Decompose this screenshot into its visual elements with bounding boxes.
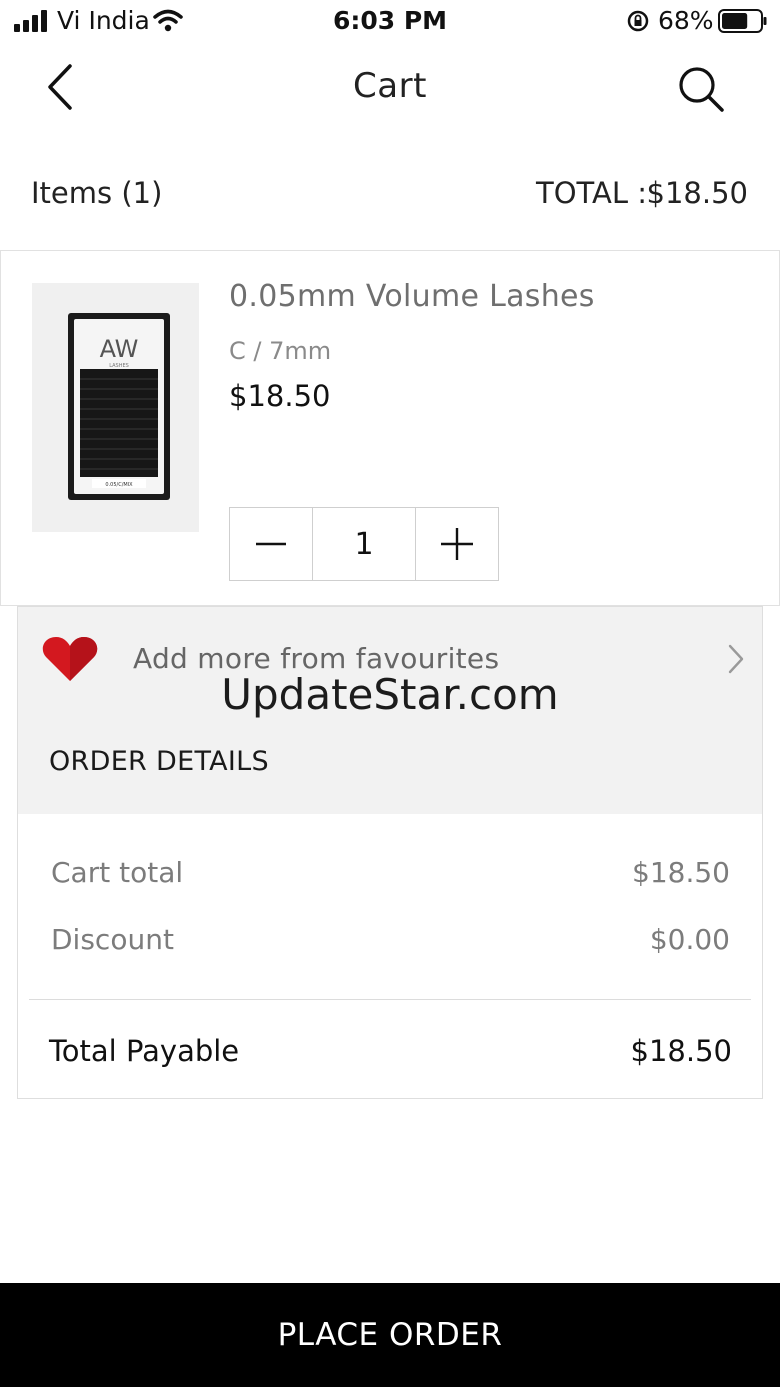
order-details-title: ORDER DETAILS bbox=[49, 746, 269, 777]
svg-text:0.05/C/MIX: 0.05/C/MIX bbox=[105, 482, 133, 488]
total-payable-label: Total Payable bbox=[49, 1034, 240, 1068]
plus-icon bbox=[441, 528, 473, 560]
lash-tray-illustration: AW LASHES 0.05/C/MIX bbox=[32, 283, 199, 532]
order-details-header: ORDER DETAILS bbox=[17, 710, 763, 815]
product-price: $18.50 bbox=[229, 379, 331, 413]
search-icon[interactable] bbox=[674, 62, 728, 116]
decrease-quantity-button[interactable] bbox=[230, 508, 313, 580]
svg-text:AW: AW bbox=[100, 335, 139, 363]
cart-total-value: $18.50 bbox=[632, 856, 730, 889]
place-order-label: PLACE ORDER bbox=[277, 1317, 503, 1353]
svg-text:LASHES: LASHES bbox=[109, 363, 129, 369]
product-name[interactable]: 0.05mm Volume Lashes bbox=[229, 279, 595, 314]
orientation-lock-icon bbox=[627, 10, 649, 32]
page-title: Cart bbox=[353, 66, 427, 106]
cart-item-card: AW LASHES 0.05/C/MIX 0.05mm Volume Lashe… bbox=[0, 250, 780, 606]
chevron-right-icon bbox=[728, 644, 744, 674]
status-bar: Vi India 6:03 PM 68% bbox=[0, 0, 780, 44]
favourites-label: Add more from favourites bbox=[133, 642, 500, 675]
product-variant: C / 7mm bbox=[229, 337, 332, 365]
add-from-favourites-row[interactable]: Add more from favourites bbox=[17, 606, 763, 712]
cart-total-label: Cart total bbox=[51, 856, 184, 889]
order-details-panel: Cart total $18.50 Discount $0.00 Total P… bbox=[17, 814, 763, 1099]
battery-percent: 68% bbox=[658, 6, 714, 35]
place-order-button[interactable]: PLACE ORDER bbox=[0, 1283, 780, 1387]
battery-icon bbox=[718, 9, 767, 33]
minus-icon bbox=[256, 542, 286, 546]
discount-value: $0.00 bbox=[649, 923, 730, 956]
quantity-stepper: 1 bbox=[229, 507, 499, 581]
product-image[interactable]: AW LASHES 0.05/C/MIX bbox=[32, 283, 199, 532]
quantity-value[interactable]: 1 bbox=[313, 508, 416, 580]
cart-screen: Vi India 6:03 PM 68% Cart Items (1) TOTA… bbox=[0, 0, 780, 1387]
items-count: Items (1) bbox=[31, 176, 163, 210]
total-value: $18.50 bbox=[646, 176, 748, 210]
increase-quantity-button[interactable] bbox=[416, 508, 498, 580]
discount-label: Discount bbox=[51, 923, 174, 956]
total-label: TOTAL : bbox=[536, 176, 647, 210]
total-payable-value: $18.50 bbox=[630, 1034, 732, 1068]
divider bbox=[29, 999, 751, 1000]
heart-icon bbox=[42, 637, 98, 681]
